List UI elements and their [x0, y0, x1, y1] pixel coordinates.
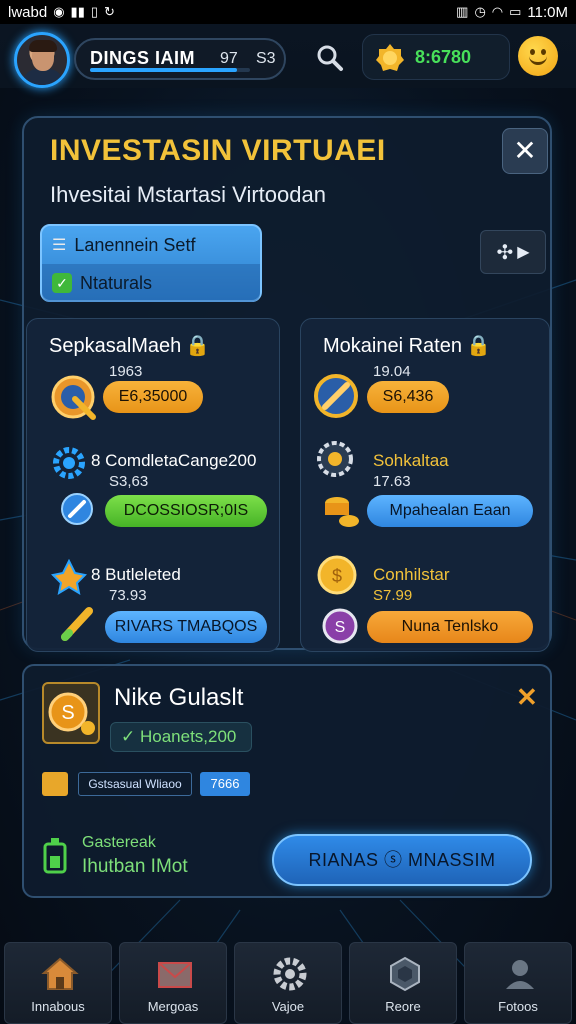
purple-coin-icon: S	[322, 608, 358, 644]
crystal-star-icon	[51, 559, 87, 595]
gold-coin-icon	[376, 44, 404, 71]
nav-messages[interactable]: Mergoas	[119, 942, 227, 1024]
gold-coin-icon: $	[317, 555, 357, 595]
panel-subtitle: Ihvesitai Mstartasi Virtoodan	[50, 182, 326, 207]
item-label: 8 ComdletaCange200	[91, 451, 257, 470]
item-value-sub: S3,63	[109, 473, 149, 490]
player-info-box[interactable]: DINGS IAIM 97 S3	[74, 38, 286, 80]
vibrate-icon: ▥	[456, 4, 469, 19]
item-label: Conhilstar	[373, 565, 450, 584]
gear-icon	[53, 447, 85, 479]
lock-icon: 🔒	[465, 335, 491, 357]
user-icon	[506, 960, 534, 989]
action-button-blue[interactable]: Mpahealan Eaan	[367, 495, 533, 527]
share-button[interactable]: ✣ ▶	[480, 230, 546, 274]
player-name: DINGS IAIM	[90, 48, 196, 68]
confirm-action-button[interactable]: RIANAS ⓢ MNASSIM	[272, 834, 532, 886]
action-button-orange[interactable]: Nuna Tenlsko	[367, 611, 533, 643]
share-icon: ✣	[496, 241, 514, 264]
status-selector[interactable]: ☰ Lanennein Setf ✓ Ntaturals	[40, 224, 262, 302]
action-button-green[interactable]: DCOSSIOSR;0IS	[105, 495, 267, 527]
item-value-sub: S7.99	[373, 587, 413, 604]
player-xp: S3	[256, 50, 276, 67]
panel-title: INVESTASIN VIRTUAEI	[50, 134, 386, 167]
item-value-sub: 17.63	[373, 473, 411, 490]
check-icon: ✓	[121, 727, 136, 746]
system-status-bar: lwabd ◉ ▮▮ ▯ ↻ ▥ ◷ ◠ ▭ 11:0M	[0, 0, 576, 24]
close-button[interactable]: ✕	[502, 128, 548, 174]
status-line-2: Ihutban IMot	[82, 856, 188, 877]
compass-coin-icon	[51, 375, 96, 420]
mail-icon	[158, 962, 192, 988]
card-title: SepkasalMaeh 🔒	[49, 335, 211, 357]
svg-text:S: S	[61, 702, 74, 724]
sync-icon: ↻	[104, 4, 115, 19]
sim-icon: ▯	[90, 4, 99, 19]
investment-card-right: Mokainei Raten 🔒 19.04 S6,436 Sohkaltaa 1…	[300, 318, 550, 652]
nav-profile[interactable]: Fotoos	[464, 942, 572, 1024]
close-icon[interactable]: ✕	[516, 682, 538, 713]
coin-stack-icon	[325, 497, 359, 527]
status-option-2[interactable]: ✓ Ntaturals	[42, 264, 260, 302]
check-icon: ✓	[52, 273, 72, 293]
invest-amount-button[interactable]: S6,436	[367, 381, 449, 413]
investment-tag-number: 7666	[200, 772, 250, 796]
notification-icon: ◉	[53, 4, 65, 19]
wifi-icon: ◠	[491, 4, 504, 19]
investment-tag: Gstsasual Wliaoo	[78, 772, 192, 796]
action-button-blue[interactable]: RIVARS TMABQOS	[105, 611, 267, 643]
investment-card-left: SepkasalMaeh 🔒 1963 E6,35000 8 ComdletaCa…	[26, 318, 280, 652]
coin-value: 8:6780	[415, 47, 472, 67]
investment-panel: INVESTASIN VIRTUAEI Ihvesitai Mstartasi …	[22, 116, 552, 652]
svg-text:$: $	[332, 566, 342, 586]
item-value-sub: 19.04	[373, 363, 411, 380]
svg-text:S: S	[335, 619, 346, 636]
target-coin-icon	[314, 374, 358, 418]
player-avatar[interactable]	[14, 32, 70, 88]
clock-label: 11:0M	[527, 3, 568, 21]
battery-icon: ▭	[509, 4, 522, 19]
investment-name: Nike Gulaslt	[114, 684, 244, 711]
player-level: 97	[220, 50, 238, 67]
investment-amount: ✓ Hoanets,200	[110, 722, 252, 752]
selected-investment-panel: S Nike Gulaslt ✕ ✓ Hoanets,200 Gstsasual…	[22, 664, 552, 898]
pencil-icon	[61, 607, 93, 641]
bottom-navigation: Innabous Mergoas Vajoe Reore Fotoos	[0, 942, 576, 1024]
card-title: Mokainei Raten 🔒	[323, 335, 491, 357]
nav-home[interactable]: Innabous	[4, 942, 112, 1024]
xp-progress-bar	[90, 68, 250, 72]
gear-icon	[273, 957, 307, 991]
coin-balance[interactable]: 8:6780	[362, 34, 510, 80]
coin-badge-icon: S	[42, 682, 100, 744]
status-line-1: Gastereak	[82, 834, 156, 851]
item-value-sub: 73.93	[109, 587, 147, 604]
nav-settings[interactable]: Vajoe	[234, 942, 342, 1024]
gear-coin-icon	[317, 441, 353, 477]
play-icon: ▶	[517, 244, 530, 261]
game-top-bar: DINGS IAIM 97 S3 8:6780	[0, 24, 576, 88]
item-label: Sohkaltaa	[373, 451, 449, 470]
battery-status-icon	[43, 838, 67, 874]
lock-icon: 🔒	[185, 335, 211, 357]
carrier-label: lwabd	[8, 3, 48, 21]
stack-icon: ☰	[52, 237, 67, 254]
pen-badge-icon	[61, 493, 93, 525]
document-icon	[42, 772, 68, 796]
status-option-1[interactable]: ☰ Lanennein Setf	[42, 226, 260, 264]
nav-shield[interactable]: Reore	[349, 942, 457, 1024]
alarm-icon: ◷	[474, 4, 486, 19]
item-label: 8 Butleleted	[91, 565, 181, 584]
search-icon[interactable]	[314, 42, 346, 74]
home-icon	[41, 957, 79, 990]
signal-icon: ▮▮	[70, 4, 85, 19]
item-value-sub: 1963	[109, 363, 143, 380]
invest-amount-button[interactable]: E6,35000	[103, 381, 203, 413]
emoji-smiley-icon[interactable]	[518, 36, 558, 76]
hexagon-icon	[390, 956, 420, 992]
